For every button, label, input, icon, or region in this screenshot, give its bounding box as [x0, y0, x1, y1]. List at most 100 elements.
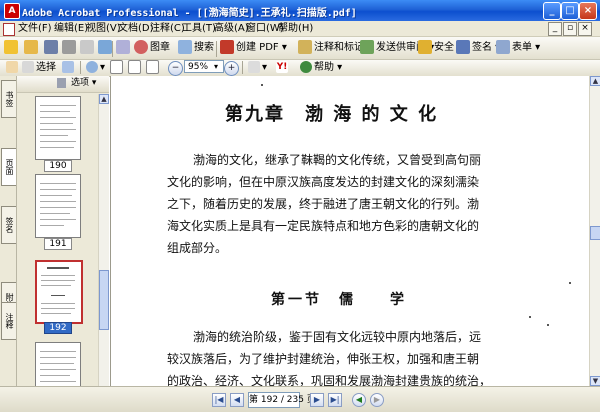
minimize-button[interactable]: _	[543, 2, 561, 20]
paragraph-line: 渤海的统治阶级，鉴于固有文化远较中原内地落后，远	[193, 330, 482, 344]
fit-width-icon[interactable]	[146, 59, 161, 77]
help-button[interactable]: 帮助 ▾	[300, 59, 342, 77]
stamp-label: 图章	[150, 42, 170, 53]
zoom-dropdown-icon[interactable]: ▾	[214, 58, 218, 76]
stamp-button[interactable]: 图章	[134, 39, 170, 57]
email-icon[interactable]	[80, 39, 96, 57]
paragraph-line: 渤海的文化，继承了靺鞨的文化传统，又曾受到高句丽	[193, 153, 482, 167]
menu-document[interactable]: 文档(D)	[118, 22, 154, 35]
previous-view-icon[interactable]: ◀	[352, 393, 366, 407]
options-button[interactable]: 选项 ▾	[71, 78, 96, 89]
window-title: Adobe Acrobat Professional - [[渤海简史].王承礼…	[22, 8, 357, 19]
zoom-tool-icon[interactable]: ▾	[86, 59, 105, 77]
doc-close-button[interactable]: ×	[578, 22, 592, 36]
next-view-icon[interactable]: ▶	[370, 393, 384, 407]
pages-panel-header: 选项 ▾	[17, 76, 109, 93]
tab-pages[interactable]: 页面	[1, 148, 16, 186]
previous-page-icon[interactable]: ◀	[230, 393, 244, 407]
last-page-icon[interactable]: ▶|	[328, 393, 342, 407]
annotate-label: 注释和标记	[314, 42, 364, 53]
tab-bookmarks[interactable]: 书签	[1, 80, 16, 118]
page-thumbnail[interactable]	[35, 96, 81, 160]
toolbar-separator	[216, 41, 217, 57]
doc-restore-button[interactable]: ▫	[563, 22, 577, 36]
paragraph-line: 组成部分。	[167, 241, 228, 255]
menu-advanced[interactable]: 高级(A)	[214, 22, 249, 35]
toolbar-main: 图章 搜索 创建 PDF ▾ 注释和标记 ▾ 发送供审阅 ▾ 安全 ▾ 签名 ▾…	[0, 37, 600, 60]
scan-speck	[547, 324, 549, 326]
search-icon	[178, 40, 192, 54]
scan-speck	[261, 84, 263, 86]
hand-tool-icon[interactable]	[6, 59, 20, 77]
sign-label: 签名	[472, 42, 492, 53]
toolbar-separator	[112, 41, 113, 57]
menu-edit[interactable]: 编辑(E)	[54, 22, 88, 35]
tab-signatures[interactable]: 签名	[1, 206, 16, 244]
scroll-up-arrow-icon[interactable]: ▲	[590, 76, 600, 86]
toolbar-navigation: 选择 ▾ − 95% ▾ + ▾ Y! 帮助 ▾	[0, 60, 600, 77]
paragraph-line: 文化的影响，但在中原汉族高度发达的封建文化的深刻濡染	[167, 175, 480, 189]
menu-tools[interactable]: 工具(T)	[182, 22, 216, 35]
search-button[interactable]: 搜索	[178, 39, 214, 57]
paragraph-line: 较汉族落后，为了维护封建统治，伸张王权，加强和唐王朝	[167, 352, 480, 366]
menu-comments[interactable]: 注释(C)	[150, 22, 185, 35]
chapter-title: 第九章 渤 海 的 文 化	[225, 104, 439, 125]
toolbar-separator	[80, 61, 81, 74]
document-icon[interactable]	[3, 23, 15, 36]
page-thumbnail-selected[interactable]	[35, 260, 83, 324]
window-title-bar[interactable]: A Adobe Acrobat Professional - [[渤海简史].王…	[0, 0, 600, 21]
help-label: 帮助	[314, 62, 334, 73]
scan-speck	[529, 316, 531, 318]
save-icon[interactable]	[44, 39, 60, 57]
select-tool-button[interactable]: 选择	[22, 59, 56, 77]
document-view[interactable]: 第九章 渤 海 的 文 化 渤海的文化，继承了靺鞨的文化传统，又曾受到高句丽 文…	[110, 76, 590, 386]
menu-help[interactable]: 帮助(H)	[278, 22, 313, 35]
thumbnail-scrollbar[interactable]: ▲ ▼	[98, 94, 109, 411]
print-icon[interactable]	[62, 39, 78, 57]
close-button[interactable]: ×	[579, 2, 597, 20]
first-page-icon[interactable]: |◀	[212, 393, 226, 407]
page-number-label: 191	[44, 238, 72, 250]
yahoo-toolbar-icon[interactable]: Y!	[276, 59, 290, 77]
navigation-tabs: 书签 页面 签名 附件 注释	[0, 76, 17, 411]
page-number-field[interactable]: 第 192 / 235 页	[248, 392, 316, 408]
open-folder-icon[interactable]	[24, 39, 40, 57]
actual-size-icon[interactable]	[110, 59, 125, 77]
menu-file[interactable]: 文件(F)	[18, 22, 52, 35]
forms-button[interactable]: 表单 ▾	[496, 39, 540, 57]
page-thumbnail[interactable]	[35, 174, 81, 238]
document-scrollbar[interactable]: ▲ ▼	[589, 76, 600, 386]
scroll-up-arrow-icon[interactable]: ▲	[99, 94, 109, 104]
scroll-down-arrow-icon[interactable]: ▼	[590, 376, 600, 386]
page-number-label-selected: 192	[44, 322, 72, 334]
tab-comments[interactable]: 注释	[1, 302, 16, 340]
zoom-in-button[interactable]: +	[224, 61, 239, 76]
options-label: 选项	[71, 78, 90, 88]
search-label: 搜索	[194, 42, 214, 53]
scroll-thumb[interactable]	[590, 226, 600, 240]
help-icon	[300, 61, 312, 73]
doc-minimize-button[interactable]: _	[548, 22, 562, 36]
create-icon[interactable]	[4, 39, 20, 57]
scroll-thumb[interactable]	[99, 270, 109, 330]
attach-icon[interactable]	[116, 39, 132, 57]
rotate-icon[interactable]: ▾	[248, 59, 267, 77]
security-label: 安全	[434, 42, 454, 53]
section-title: 第一节 儒 学	[271, 292, 407, 308]
pen-icon	[456, 40, 470, 54]
menu-view[interactable]: 视图(V)	[86, 22, 121, 35]
fit-page-icon[interactable]	[128, 59, 143, 77]
create-pdf-button[interactable]: 创建 PDF ▾	[220, 39, 287, 57]
select-label: 选择	[36, 62, 56, 73]
thumbnail-list[interactable]: 190 191 192	[21, 94, 97, 411]
forms-label: 表单	[512, 42, 532, 53]
trash-icon[interactable]	[57, 78, 66, 88]
acrobat-icon[interactable]: A	[4, 3, 20, 19]
pages-panel: 选项 ▾ 190 191 192 ▲	[17, 76, 109, 411]
zoom-out-button[interactable]: −	[168, 61, 183, 76]
toolbar-separator	[242, 61, 243, 74]
maximize-button[interactable]: □	[561, 2, 579, 20]
snapshot-icon[interactable]	[62, 59, 76, 77]
sign-button[interactable]: 签名 ▾	[456, 39, 500, 57]
next-page-icon[interactable]: ▶	[310, 393, 324, 407]
